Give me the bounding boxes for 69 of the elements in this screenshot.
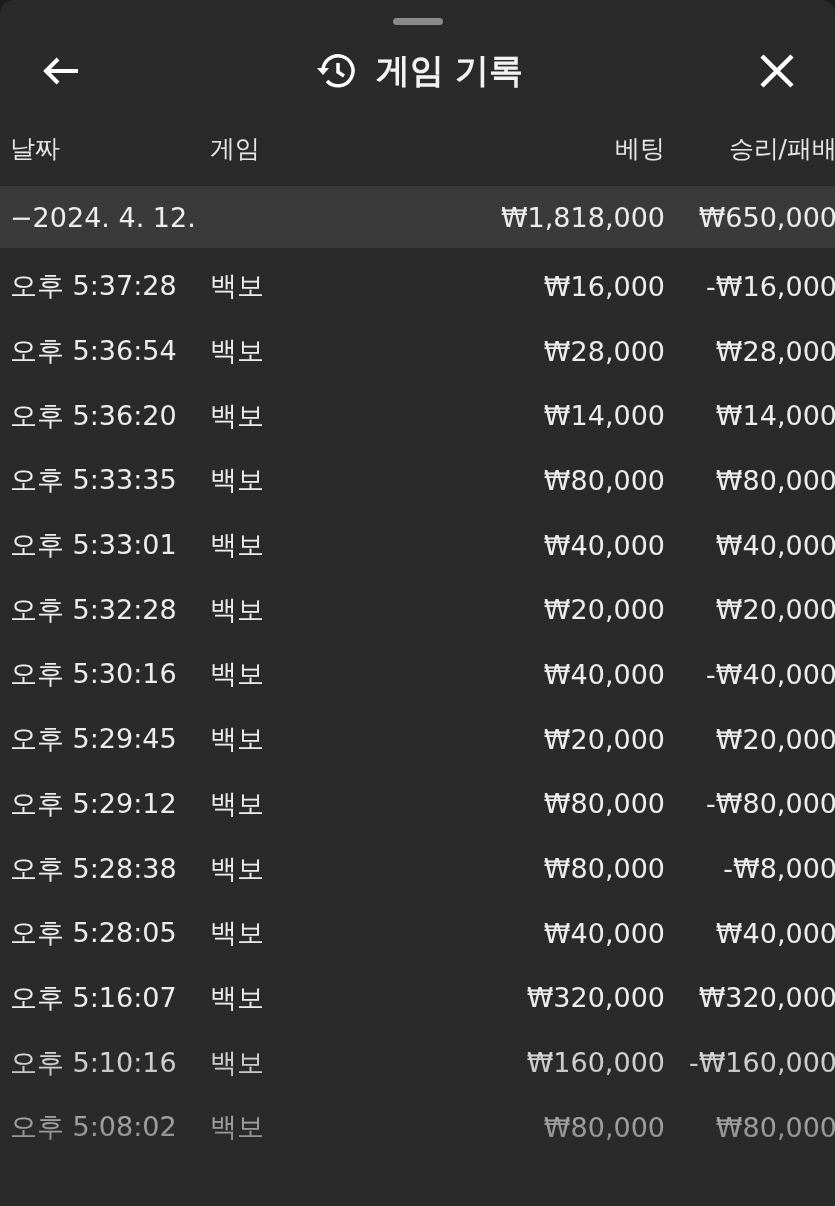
game-cell-text: 백보 <box>210 398 265 433</box>
bet-cell-text: ₩160,000 <box>525 1047 665 1079</box>
column-header: 게임 <box>210 133 261 165</box>
date-group-row[interactable]: −2024. 4. 12. ₩1,818,000 ₩650,000 <box>0 186 835 248</box>
total-bet: ₩1,818,000 <box>499 201 665 233</box>
total-result: ₩650,000 <box>697 201 835 233</box>
game-cell-text: 백보 <box>210 786 265 821</box>
bet-cell-text: ₩80,000 <box>542 464 665 496</box>
time-cell-text: 오후 5:10:16 <box>10 1045 178 1080</box>
time-cell-text: 오후 5:30:16 <box>10 657 178 692</box>
time-cell-text: 오후 5:28:38 <box>10 851 178 886</box>
bet-cell-text: ₩14,000 <box>542 400 665 432</box>
back-button[interactable] <box>42 56 80 86</box>
result-cell-text: -₩40,000 <box>705 658 835 690</box>
bet-cell-text: ₩40,000 <box>542 529 665 561</box>
drag-handle[interactable] <box>392 18 443 25</box>
time-cell-text: 오후 5:33:35 <box>10 463 178 498</box>
time-cell-text: 오후 5:16:07 <box>10 980 178 1015</box>
bet-cell-text: ₩80,000 <box>542 1111 665 1143</box>
time-cell-text: 오후 5:36:54 <box>10 334 178 369</box>
column-header: 베팅 <box>614 133 665 165</box>
time-cell-text: 오후 5:36:20 <box>10 398 178 433</box>
time-cell-text: 오후 5:28:05 <box>10 916 178 951</box>
window-title: 게임 기록 <box>375 49 524 92</box>
result-cell-text: ₩320,000 <box>697 982 835 1014</box>
time-cell-text: 오후 5:37:28 <box>10 269 178 304</box>
game-cell-text: 백보 <box>210 916 265 951</box>
game-cell-text: 백보 <box>210 980 265 1015</box>
time-cell-text: 오후 5:32:28 <box>10 592 178 627</box>
game-cell-text: 백보 <box>210 463 265 498</box>
result-cell-text: ₩80,000 <box>714 1111 835 1143</box>
result-cell-text: ₩80,000 <box>714 464 835 496</box>
game-cell-text: 백보 <box>210 657 265 692</box>
bet-cell-text: ₩40,000 <box>542 917 665 949</box>
result-cell-text: -₩80,000 <box>705 788 835 820</box>
bet-cell-text: ₩20,000 <box>542 723 665 755</box>
result-cell-text: -₩8,000 <box>722 853 835 885</box>
bet-cell-text: ₩80,000 <box>542 788 665 820</box>
bet-cell-text: ₩16,000 <box>542 270 665 302</box>
result-cell-text: ₩20,000 <box>714 723 835 755</box>
bet-cell-text: ₩20,000 <box>542 594 665 626</box>
game-cell-text: 백보 <box>210 592 265 627</box>
bet-cell-text: ₩40,000 <box>542 658 665 690</box>
date-group-label: −2024. 4. 12. <box>10 201 197 233</box>
result-cell-text: ₩14,000 <box>714 400 835 432</box>
close-button[interactable] <box>759 53 795 89</box>
column-header: 승리/패배 <box>727 133 835 165</box>
game-cell-text: 백보 <box>210 851 265 886</box>
result-cell-text: -₩160,000 <box>687 1047 835 1079</box>
time-cell-text: 오후 5:29:12 <box>10 786 178 821</box>
bet-cell-text: ₩28,000 <box>542 335 665 367</box>
time-cell-text: 오후 5:33:01 <box>10 528 178 563</box>
bet-cell-text: ₩320,000 <box>525 982 665 1014</box>
game-cell-text: 백보 <box>210 1045 265 1080</box>
result-cell-text: ₩40,000 <box>714 529 835 561</box>
result-cell-text: ₩20,000 <box>714 594 835 626</box>
game-cell-text: 백보 <box>210 269 265 304</box>
time-cell-text: 오후 5:08:02 <box>10 1110 178 1145</box>
game-cell-text: 백보 <box>210 528 265 563</box>
result-cell-text: ₩40,000 <box>714 917 835 949</box>
bet-cell-text: ₩80,000 <box>542 853 665 885</box>
history-icon <box>315 53 356 89</box>
game-cell-text: 백보 <box>210 334 265 369</box>
game-cell-text: 백보 <box>210 722 265 757</box>
column-header: 날짜 <box>10 133 61 165</box>
game-cell-text: 백보 <box>210 1110 265 1145</box>
result-cell-text: -₩16,000 <box>705 270 835 302</box>
time-cell-text: 오후 5:29:45 <box>10 722 178 757</box>
result-cell-text: ₩28,000 <box>714 335 835 367</box>
